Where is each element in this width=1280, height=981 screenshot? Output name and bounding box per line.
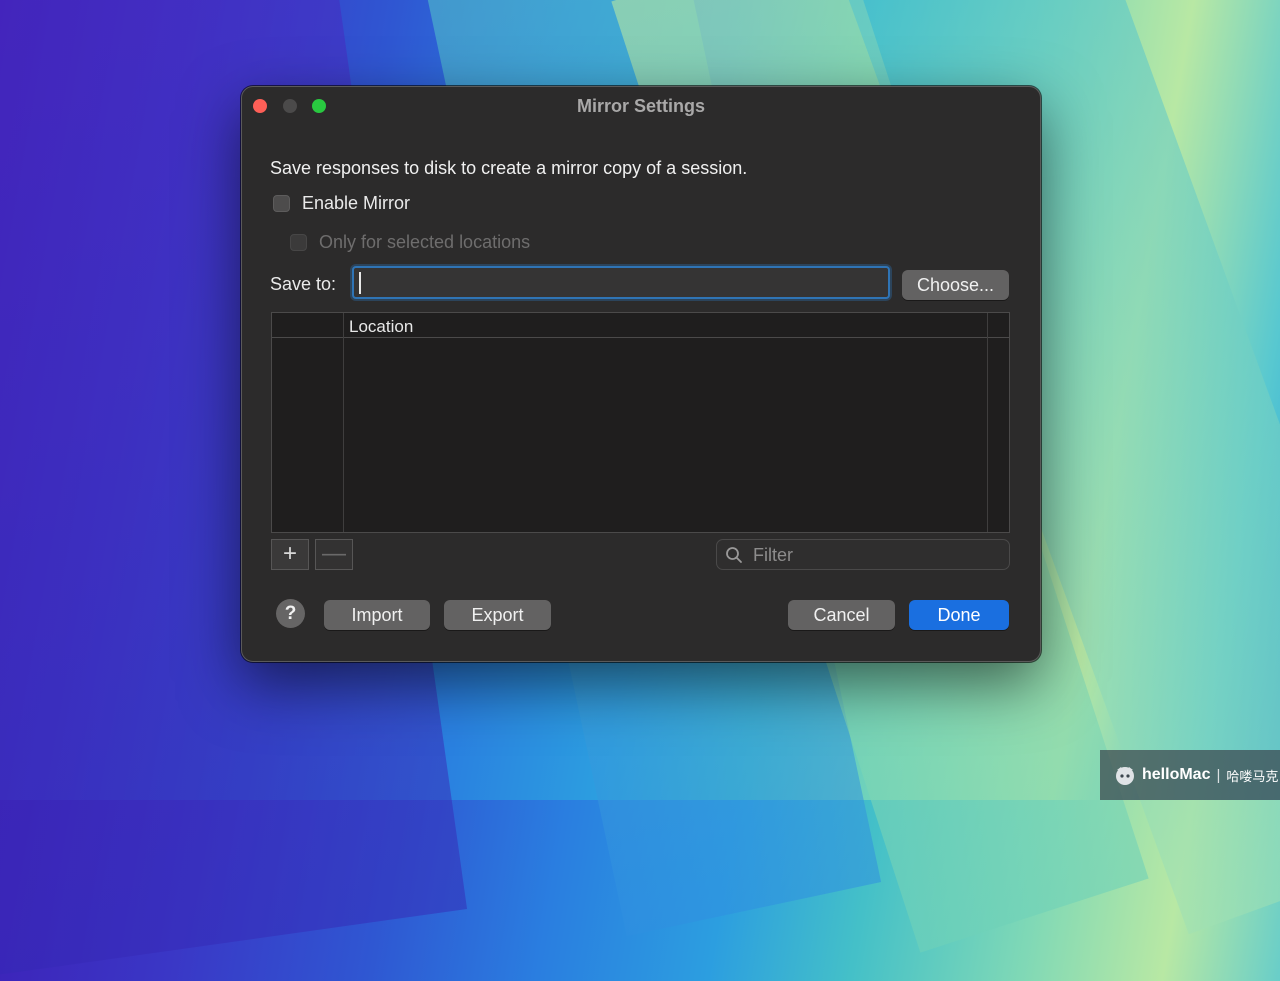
column-header-location[interactable]: Location: [349, 317, 413, 337]
watermark-chinese-name: 哈喽马克: [1226, 768, 1279, 784]
watermark-separator: |: [1216, 766, 1221, 784]
search-icon: [726, 547, 742, 563]
window-title: Mirror Settings: [576, 96, 705, 116]
help-button[interactable]: ?: [276, 599, 305, 628]
cancel-button[interactable]: Cancel: [788, 600, 895, 630]
remove-location-button: —: [315, 539, 353, 570]
text-caret: [359, 272, 361, 294]
table-header: Location: [272, 313, 1009, 338]
hellomac-logo-icon: [1116, 767, 1134, 785]
watermark-brand: helloMac: [1142, 766, 1211, 783]
mirror-settings-window: Mirror Settings Save responses to disk t…: [241, 86, 1041, 662]
column-divider: [343, 313, 344, 532]
enable-mirror-label: Enable Mirror: [302, 193, 411, 213]
import-button[interactable]: Import: [324, 600, 430, 630]
column-divider: [987, 313, 988, 532]
only-selected-locations-option: Only for selected locations: [290, 232, 530, 253]
title-bar: Mirror Settings: [242, 87, 1040, 127]
only-selected-locations-checkbox: [290, 234, 307, 251]
enable-mirror-option[interactable]: Enable Mirror: [273, 193, 410, 214]
hellomac-watermark: helloMac | 哈喽马克: [1100, 750, 1280, 800]
done-button[interactable]: Done: [909, 600, 1009, 630]
locations-table[interactable]: Location: [271, 312, 1010, 533]
only-selected-locations-label: Only for selected locations: [319, 232, 531, 252]
add-location-button[interactable]: +: [271, 539, 309, 570]
save-to-label: Save to:: [270, 274, 337, 294]
filter-field[interactable]: [716, 539, 1010, 570]
filter-input[interactable]: [751, 542, 995, 569]
save-to-path-input[interactable]: [352, 266, 890, 299]
enable-mirror-checkbox[interactable]: [273, 195, 290, 212]
choose-button[interactable]: Choose...: [902, 270, 1009, 300]
export-button[interactable]: Export: [444, 600, 551, 630]
description-text: Save responses to disk to create a mirro…: [270, 158, 748, 178]
